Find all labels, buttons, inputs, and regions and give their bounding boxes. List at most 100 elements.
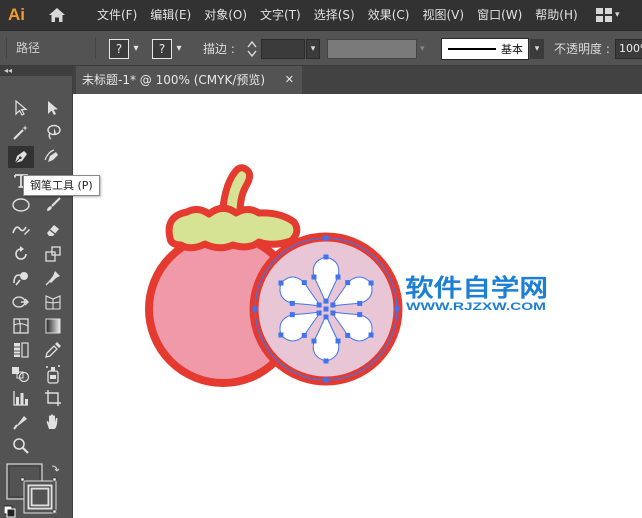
rotate-tool-icon[interactable]	[8, 243, 34, 265]
pen-tool-icon[interactable]	[8, 146, 34, 168]
circle-anchor-point[interactable]	[394, 306, 400, 312]
artwork[interactable]	[73, 94, 642, 518]
column-graph-tool-icon[interactable]	[8, 387, 34, 409]
opacity-label: 不透明度 :	[554, 42, 610, 56]
selection-tool-icon[interactable]	[8, 97, 34, 119]
stroke-weight-input[interactable]	[261, 39, 305, 59]
center-anchor-point[interactable]	[323, 306, 329, 312]
anchor-point[interactable]	[316, 310, 322, 316]
menu-effect[interactable]: 效果(C)	[361, 0, 416, 30]
eyedropper-icon[interactable]	[40, 339, 66, 361]
stroke-weight-stepper[interactable]	[244, 38, 260, 60]
tool-tooltip: 钢笔工具 (P)	[23, 175, 100, 196]
anchor-point[interactable]	[301, 332, 307, 338]
brush-dropdown-icon[interactable]: ▾	[530, 39, 544, 59]
anchor-point[interactable]	[345, 280, 351, 286]
anchor-point[interactable]	[289, 312, 295, 318]
gradient-tool-icon[interactable]	[40, 315, 66, 337]
menu-select[interactable]: 选择(S)	[307, 0, 361, 30]
eraser-tool-icon[interactable]	[40, 219, 66, 241]
warp-tool-icon[interactable]	[8, 267, 34, 289]
shaper-tool-icon[interactable]	[8, 219, 34, 241]
slice-tool-icon[interactable]	[8, 411, 34, 433]
fill-dropdown-icon[interactable]: ▾	[130, 39, 142, 59]
menu-list: 文件(F) 编辑(E) 对象(O) 文字(T) 选择(S) 效果(C) 视图(V…	[90, 0, 584, 30]
anchor-point[interactable]	[330, 302, 336, 308]
menu-help[interactable]: 帮助(H)	[528, 0, 583, 30]
anchor-point[interactable]	[323, 254, 329, 260]
watermark-url: WWW.RJZXW.COM	[406, 301, 546, 313]
anchor-point[interactable]	[357, 312, 363, 318]
control-bar: 路径 ? ▾ ? ▾ 描边 : ▾ ▾ 基本 ▾ 不透明度 : 100%	[0, 30, 642, 66]
stroke-weight-label: 描边 :	[203, 42, 235, 56]
brush-name: 基本	[501, 43, 523, 56]
anchor-point[interactable]	[316, 302, 322, 308]
magic-wand-tool-icon[interactable]	[8, 121, 34, 143]
close-tab-icon[interactable]: ✕	[285, 66, 294, 94]
variable-width-dropdown-icon[interactable]: ▾	[420, 39, 434, 59]
menu-edit[interactable]: 编辑(E)	[143, 0, 197, 30]
menu-file[interactable]: 文件(F)	[90, 0, 143, 30]
mesh-tool-icon[interactable]	[8, 315, 34, 337]
anchor-point[interactable]	[330, 310, 336, 316]
perspective-grid-tool-icon[interactable]	[40, 291, 66, 313]
blend-tool-icon[interactable]	[8, 363, 34, 385]
illustrator-window: Ai 文件(F) 编辑(E) 对象(O) 文字(T) 选择(S) 效果(C) 视…	[0, 0, 642, 518]
anchor-point[interactable]	[368, 332, 374, 338]
anchor-point[interactable]	[345, 332, 351, 338]
fill-swatch[interactable]: ?	[109, 39, 129, 59]
anchor-point[interactable]	[289, 300, 295, 306]
zoom-tool-icon[interactable]	[8, 435, 34, 457]
opacity-input[interactable]: 100%	[615, 39, 642, 59]
workspace-switcher-icon[interactable]: ▾	[596, 8, 620, 22]
anchor-point[interactable]	[323, 314, 329, 320]
fill-stroke-indicator[interactable]	[3, 462, 72, 518]
hand-tool-icon[interactable]	[40, 411, 66, 433]
direct-selection-tool-icon[interactable]	[40, 97, 66, 119]
shape-builder-tool-icon[interactable]	[8, 291, 34, 313]
menu-view[interactable]: 视图(V)	[415, 0, 470, 30]
stroke-dropdown-icon[interactable]: ▾	[173, 39, 185, 59]
menu-object[interactable]: 对象(O)	[197, 0, 253, 30]
scale-tool-icon[interactable]	[40, 243, 66, 265]
artboard-canvas[interactable]	[73, 94, 642, 518]
mangosteen-calyx	[165, 204, 301, 252]
anchor-point[interactable]	[311, 274, 317, 280]
brush-definition[interactable]: 基本	[441, 38, 529, 60]
circle-anchor-point[interactable]	[323, 235, 329, 241]
circle-anchor-point[interactable]	[252, 306, 258, 312]
anchor-point[interactable]	[335, 274, 341, 280]
variable-width-profile[interactable]	[327, 39, 417, 59]
stroke-swatch[interactable]: ?	[152, 39, 172, 59]
eyedropper-tool-icon[interactable]	[8, 339, 34, 361]
anchor-point[interactable]	[311, 338, 317, 344]
divider	[6, 37, 7, 59]
menu-bar: Ai 文件(F) 编辑(E) 对象(O) 文字(T) 选择(S) 效果(C) 视…	[0, 0, 642, 30]
anchor-point[interactable]	[301, 280, 307, 286]
document-tab[interactable]: 未标题-1* @ 100% (CMYK/预览) ✕	[76, 66, 302, 94]
panel-collapse-button[interactable]: ◂◂	[0, 66, 72, 76]
anchor-point[interactable]	[368, 280, 374, 286]
home-icon[interactable]	[46, 4, 68, 26]
anchor-point[interactable]	[335, 338, 341, 344]
anchor-point[interactable]	[323, 358, 329, 364]
anchor-point[interactable]	[357, 300, 363, 306]
site-watermark: 软件自学网 WWW.RJZXW.COM	[403, 272, 553, 317]
anchor-point[interactable]	[278, 280, 284, 286]
symbol-sprayer-tool-icon[interactable]	[40, 363, 66, 385]
paintbrush-tool-icon[interactable]	[40, 194, 66, 216]
selection-type-label: 路径	[16, 41, 41, 55]
menu-window[interactable]: 窗口(W)	[470, 0, 528, 30]
app-logo: Ai	[8, 5, 25, 24]
ellipse-tool-icon[interactable]	[8, 194, 34, 216]
circle-anchor-point[interactable]	[323, 377, 329, 383]
anchor-point[interactable]	[323, 298, 329, 304]
puppet-warp-tool-icon[interactable]	[40, 267, 66, 289]
anchor-point[interactable]	[278, 332, 284, 338]
lasso-tool-icon[interactable]	[40, 121, 66, 143]
document-tab-title: 未标题-1* @ 100% (CMYK/预览)	[82, 73, 266, 87]
curvature-tool-icon[interactable]	[40, 146, 66, 168]
artboard-tool-icon[interactable]	[40, 387, 66, 409]
stroke-weight-dropdown-icon[interactable]: ▾	[306, 39, 320, 59]
menu-type[interactable]: 文字(T)	[253, 0, 307, 30]
